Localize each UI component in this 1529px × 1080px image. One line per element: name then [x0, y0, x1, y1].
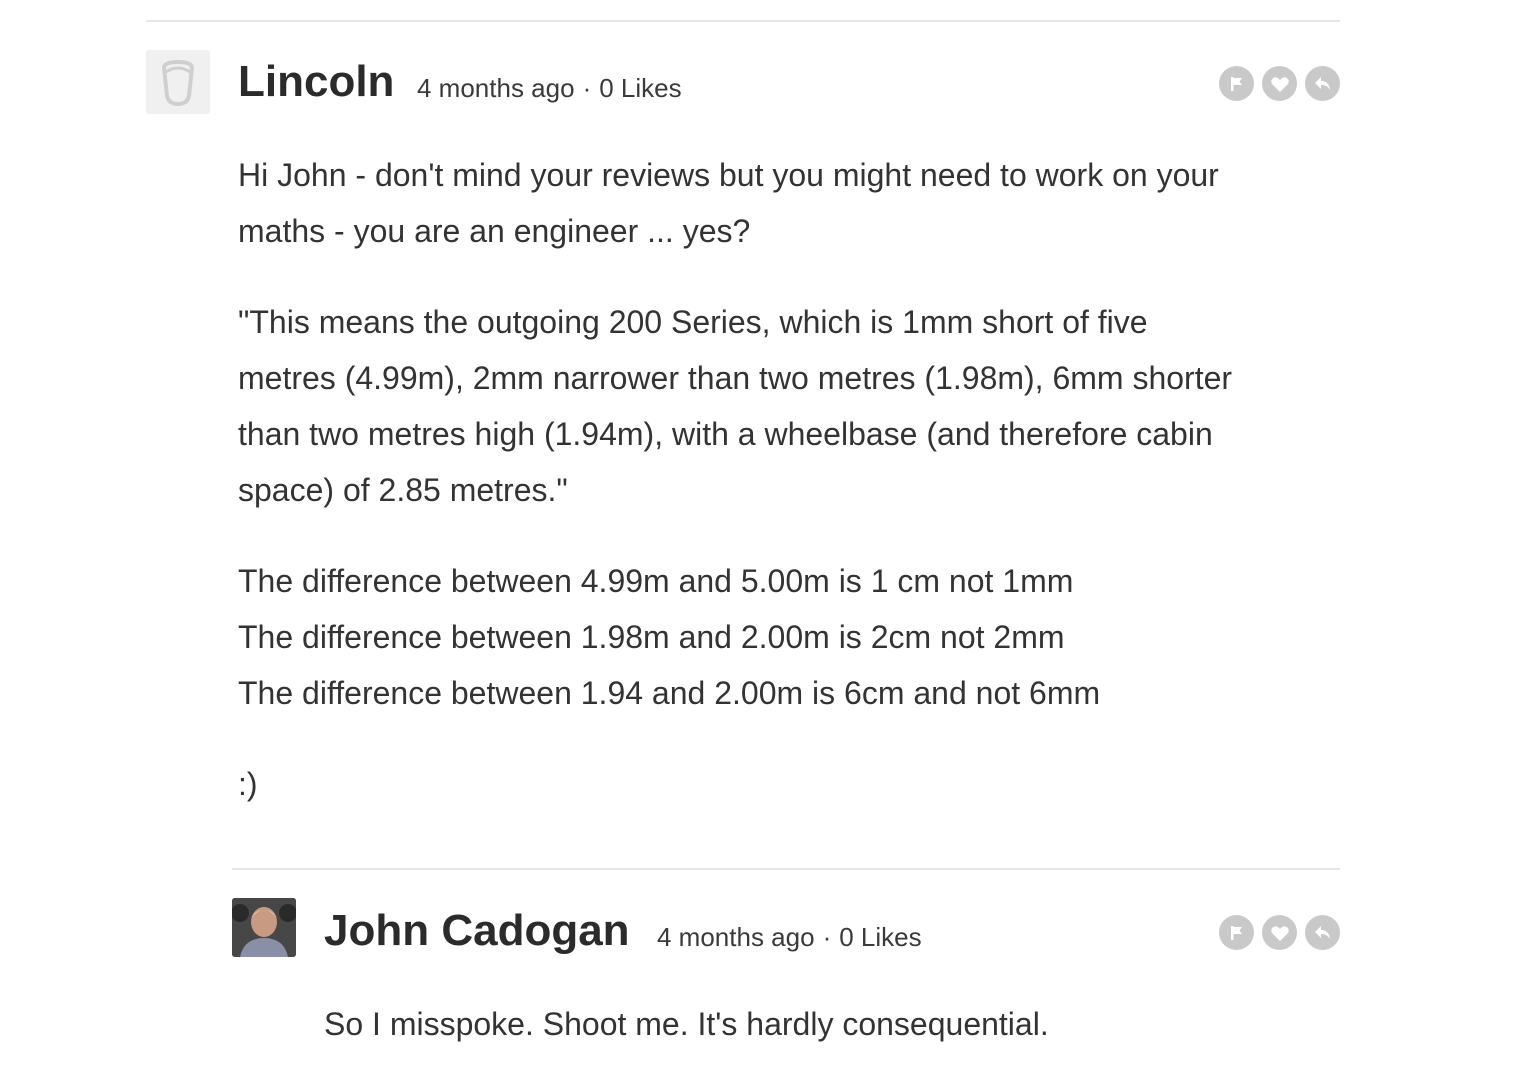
comment-text-line: So I misspoke. Shoot me. It's hardly con…: [324, 1006, 1049, 1042]
comment-meta: 4 months ago · 0 Likes: [417, 73, 682, 103]
comment-actions: [1219, 66, 1340, 101]
comment-text-line: The difference between 1.94 and 2.00m is…: [238, 675, 1101, 711]
flag-icon[interactable]: [1219, 915, 1254, 950]
comment-text-line: The difference between 1.98m and 2.00m i…: [238, 619, 1065, 655]
comment-actions: [1219, 915, 1340, 950]
meta-separator: ·: [822, 922, 832, 952]
comment-timestamp[interactable]: 4 months ago: [657, 922, 815, 952]
comment-author[interactable]: Lincoln: [238, 56, 394, 108]
flag-icon[interactable]: [1219, 66, 1254, 101]
heart-icon[interactable]: [1262, 66, 1297, 101]
comment-text-line: Hi John - don't mind your reviews but yo…: [238, 157, 1219, 193]
reply-divider: [232, 868, 1340, 870]
comment-author[interactable]: John Cadogan: [324, 905, 630, 957]
comment-text-line: "This means the outgoing 200 Series, whi…: [238, 304, 1148, 340]
comment-likes: 0 Likes: [839, 922, 922, 952]
reply-icon[interactable]: [1305, 915, 1340, 950]
comment-text-line: The difference between 4.99m and 5.00m i…: [238, 563, 1074, 599]
comment-text-line: metres (4.99m), 2mm narrower than two me…: [238, 360, 1233, 396]
comment-text-line: space) of 2.85 metres.": [238, 472, 568, 508]
user-photo-avatar[interactable]: [232, 898, 296, 957]
comment-body: So I misspoke. Shoot me. It's hardly con…: [324, 996, 1049, 1052]
heart-icon[interactable]: [1262, 915, 1297, 950]
comment-timestamp[interactable]: 4 months ago: [417, 73, 575, 103]
comment-meta: 4 months ago · 0 Likes: [657, 922, 922, 952]
comment-likes: 0 Likes: [599, 73, 682, 103]
comment-text-line: :): [238, 766, 258, 802]
comment-text-line: maths - you are an engineer ... yes?: [238, 213, 751, 249]
meta-separator: ·: [582, 73, 592, 103]
top-divider: [146, 20, 1340, 22]
comment-text-line: than two metres high (1.94m), with a whe…: [238, 416, 1213, 452]
reply-icon[interactable]: [1305, 66, 1340, 101]
default-avatar-icon[interactable]: [146, 50, 210, 114]
comment-body: Hi John - don't mind your reviews but yo…: [238, 147, 1232, 812]
